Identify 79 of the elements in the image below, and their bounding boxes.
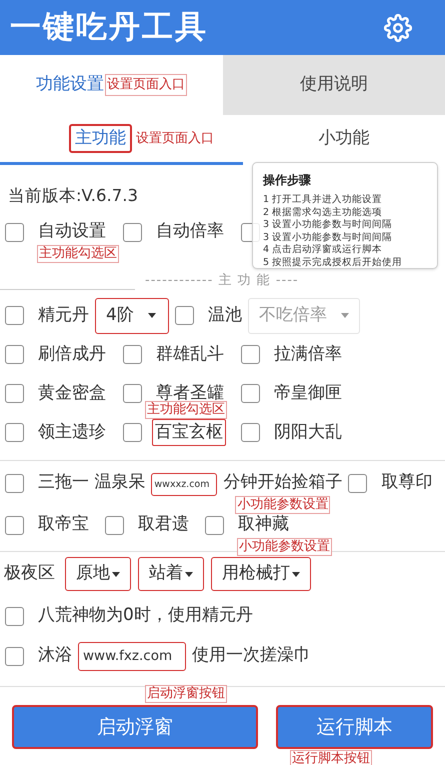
option-label: 帝皇御匣 — [274, 382, 342, 405]
checkbox[interactable] — [5, 474, 24, 492]
option-label: 百宝玄枢 — [152, 418, 226, 446]
caret-icon — [292, 572, 300, 576]
option-label: 群雄乱斗 — [156, 342, 224, 366]
settings-icon[interactable] — [384, 14, 412, 42]
step-text: 2 根据需求勾选主功能选项 — [263, 206, 384, 219]
annotation-label: 小功能参数设置 — [235, 496, 330, 514]
checkbox[interactable] — [205, 516, 224, 534]
checkbox[interactable] — [123, 345, 142, 364]
checkbox[interactable] — [5, 222, 24, 242]
tab[interactable]: 主功能 — [68, 124, 132, 154]
checkbox[interactable] — [5, 516, 24, 534]
option-label: 取帝宝 — [38, 513, 89, 536]
option-label: 阴阳大乱 — [274, 420, 342, 444]
action-button[interactable]: 运行脚本 — [276, 705, 433, 749]
annotation-label: 主功能勾选区 — [37, 245, 119, 264]
checkbox[interactable] — [5, 646, 24, 666]
text-field[interactable]: wwxxz.com — [151, 473, 218, 496]
option-label: 取尊印 — [381, 471, 432, 494]
checkbox[interactable] — [241, 345, 260, 364]
caret-icon — [341, 313, 349, 318]
caret-icon — [112, 572, 120, 576]
option-label: 尊者圣罐 — [156, 382, 224, 403]
annotation-label: 运行脚本按钮 — [290, 750, 372, 765]
option-label: 沐浴 — [38, 644, 72, 668]
tab[interactable]: 使用说明 — [300, 72, 368, 98]
step-text: 3 设置小功能参数与时间间隔 — [263, 232, 394, 244]
step-text: 4 点击启动浮窗或运行脚本 — [263, 244, 384, 256]
annotation-label: 设置页面入口 — [104, 74, 187, 96]
option-label: 八荒神物为0时，使用精元丹 — [38, 604, 253, 628]
option-label: 刷倍成丹 — [38, 342, 106, 366]
annotation-label: 启动浮窗按钮 — [145, 685, 227, 703]
dropdown[interactable]: 站着 — [138, 557, 204, 591]
option-label: 分钟开始捡箱子 — [223, 472, 342, 492]
option-label: 领主遗珍 — [38, 420, 106, 444]
checkbox[interactable] — [5, 606, 24, 626]
checkbox[interactable] — [123, 384, 142, 403]
option-label: 三拖一 温泉呆 — [38, 471, 146, 494]
checkbox[interactable] — [5, 384, 24, 403]
option-label: 使用一次搓澡巾 — [192, 645, 311, 666]
option-label: 拉满倍率 — [274, 342, 342, 366]
zone-label: 极夜区 — [4, 562, 55, 586]
checkbox[interactable] — [123, 222, 142, 242]
tab[interactable]: 功能设置 — [36, 72, 104, 98]
checkbox[interactable] — [241, 384, 260, 403]
caret-icon — [148, 313, 156, 318]
dropdown[interactable]: 用枪械打 — [211, 557, 311, 591]
dropdown[interactable]: 4阶 — [95, 298, 169, 334]
step-text: 5 按照提示完成授权后开始使用 — [263, 256, 404, 269]
option-label: 温池 — [208, 304, 242, 327]
annotation-label: 主功能勾选区 — [145, 400, 227, 419]
action-button[interactable]: 启动浮窗 — [12, 705, 258, 749]
checkbox[interactable] — [241, 423, 260, 442]
checkbox[interactable] — [175, 306, 194, 325]
option-label: 精元丹 — [38, 304, 89, 327]
app-title: 一键吃丹工具 — [10, 8, 208, 48]
checkbox[interactable] — [105, 516, 124, 534]
caret-icon — [185, 572, 193, 576]
checkbox[interactable] — [5, 423, 24, 442]
checkbox[interactable] — [5, 345, 24, 364]
tab[interactable]: 小功能 — [318, 126, 370, 152]
option-label: 取神藏 — [238, 513, 289, 536]
option-label: 黄金密盒 — [38, 382, 106, 405]
section-label: ------------ 主 功 能 ---- — [145, 272, 299, 290]
annotation-label: 设置页面入口 — [136, 130, 214, 148]
popup-title: 操作步骤 — [263, 172, 312, 189]
text-field[interactable]: www.fxz.com — [78, 642, 186, 670]
checkbox[interactable] — [348, 474, 368, 492]
option-label: 取君遗 — [138, 513, 189, 536]
step-text: 1 打开工具并进入功能设置 — [263, 194, 384, 206]
option-label: 自动倍率 — [156, 220, 224, 244]
annotation-label: 小功能参数设置 — [237, 538, 332, 556]
version-text: 当前版本:V.6.7.3 — [8, 185, 138, 208]
checkbox[interactable] — [5, 306, 24, 325]
checkbox[interactable] — [123, 423, 142, 442]
dropdown[interactable]: 原地 — [65, 557, 131, 591]
step-text: 3 设置小功能参数与时间间隔 — [263, 219, 394, 232]
option-label: 自动设置 — [38, 220, 106, 244]
